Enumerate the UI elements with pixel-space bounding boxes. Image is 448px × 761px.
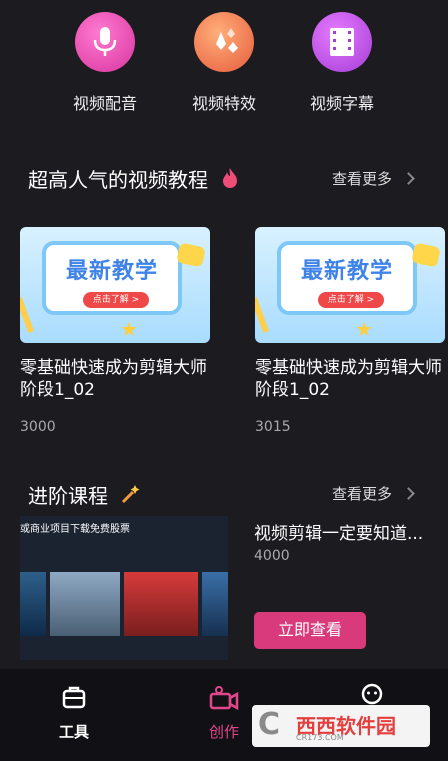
stock-image [20, 572, 46, 636]
stock-image [50, 572, 120, 636]
tool-row: 视频配音 视频特效 视频字幕 [0, 12, 448, 122]
tutorial-thumbnail: 最新教学 点击了解 > ★ [20, 227, 210, 343]
nav-tools[interactable]: 工具 [34, 683, 114, 742]
sparkle-effects-icon [194, 12, 254, 72]
tutorial-title: 零基础快速成为剪辑大师 阶段1_02 [255, 358, 442, 400]
tutorial-title: 零基础快速成为剪辑大师 阶段1_02 [20, 358, 207, 400]
stock-image [202, 572, 228, 636]
watch-now-button[interactable]: 立即查看 [254, 612, 366, 649]
speech-bubble: 最新教学 点击了解 > [277, 241, 417, 315]
tool-voiceover[interactable]: 视频配音 [50, 12, 160, 114]
speech-bubble: 最新教学 点击了解 > [42, 241, 182, 315]
film-subtitle-icon [312, 12, 372, 72]
pencil-decoration [20, 297, 34, 333]
tool-effects[interactable]: 视频特效 [169, 12, 279, 114]
tool-label: 视频字幕 [309, 94, 374, 113]
fire-icon [223, 168, 238, 188]
advanced-section-title: 进阶课程 [28, 480, 142, 509]
popular-section-title: 超高人气的视频教程 [28, 164, 242, 193]
stock-image [124, 572, 198, 636]
pencil-decoration [255, 297, 269, 333]
tutorial-card[interactable]: 最新教学 点击了解 > ★ 零基础快速成为剪辑大师 阶段1_02 3015 [255, 227, 445, 435]
advanced-see-more-link[interactable]: 查看更多 [332, 483, 392, 504]
microphone-icon [75, 12, 135, 72]
view-count: 3015 [255, 419, 291, 435]
chevron-right-icon[interactable] [402, 172, 415, 185]
tutorial-thumbnail: 最新教学 点击了解 > ★ [255, 227, 445, 343]
tool-label: 视频特效 [191, 94, 256, 113]
tool-label: 视频配音 [72, 94, 137, 113]
advanced-course-title: 视频剪辑一定要知道... [254, 524, 424, 544]
chevron-right-icon[interactable] [402, 487, 415, 500]
watermark-logo: C 西西软件园 CR173.COM [252, 705, 430, 747]
tutorial-card[interactable]: 最新教学 点击了解 > ★ 零基础快速成为剪辑大师 阶段1_02 3000 [20, 227, 210, 435]
star-icon: ★ [355, 317, 373, 341]
video-camera-icon [209, 686, 239, 711]
view-count: 3000 [20, 419, 56, 435]
view-count: 4000 [254, 548, 290, 564]
magic-wand-icon [122, 485, 140, 504]
star-icon: ★ [120, 317, 138, 341]
tool-subtitles[interactable]: 视频字幕 [287, 12, 397, 114]
bottom-nav: 工具 创作 C 西西软件园 CR173.COM [0, 669, 448, 761]
toolbox-icon [62, 686, 86, 709]
popular-see-more-link[interactable]: 查看更多 [332, 168, 392, 189]
advanced-course-thumbnail[interactable]: 或商业项目下载免费股票 [20, 516, 228, 660]
